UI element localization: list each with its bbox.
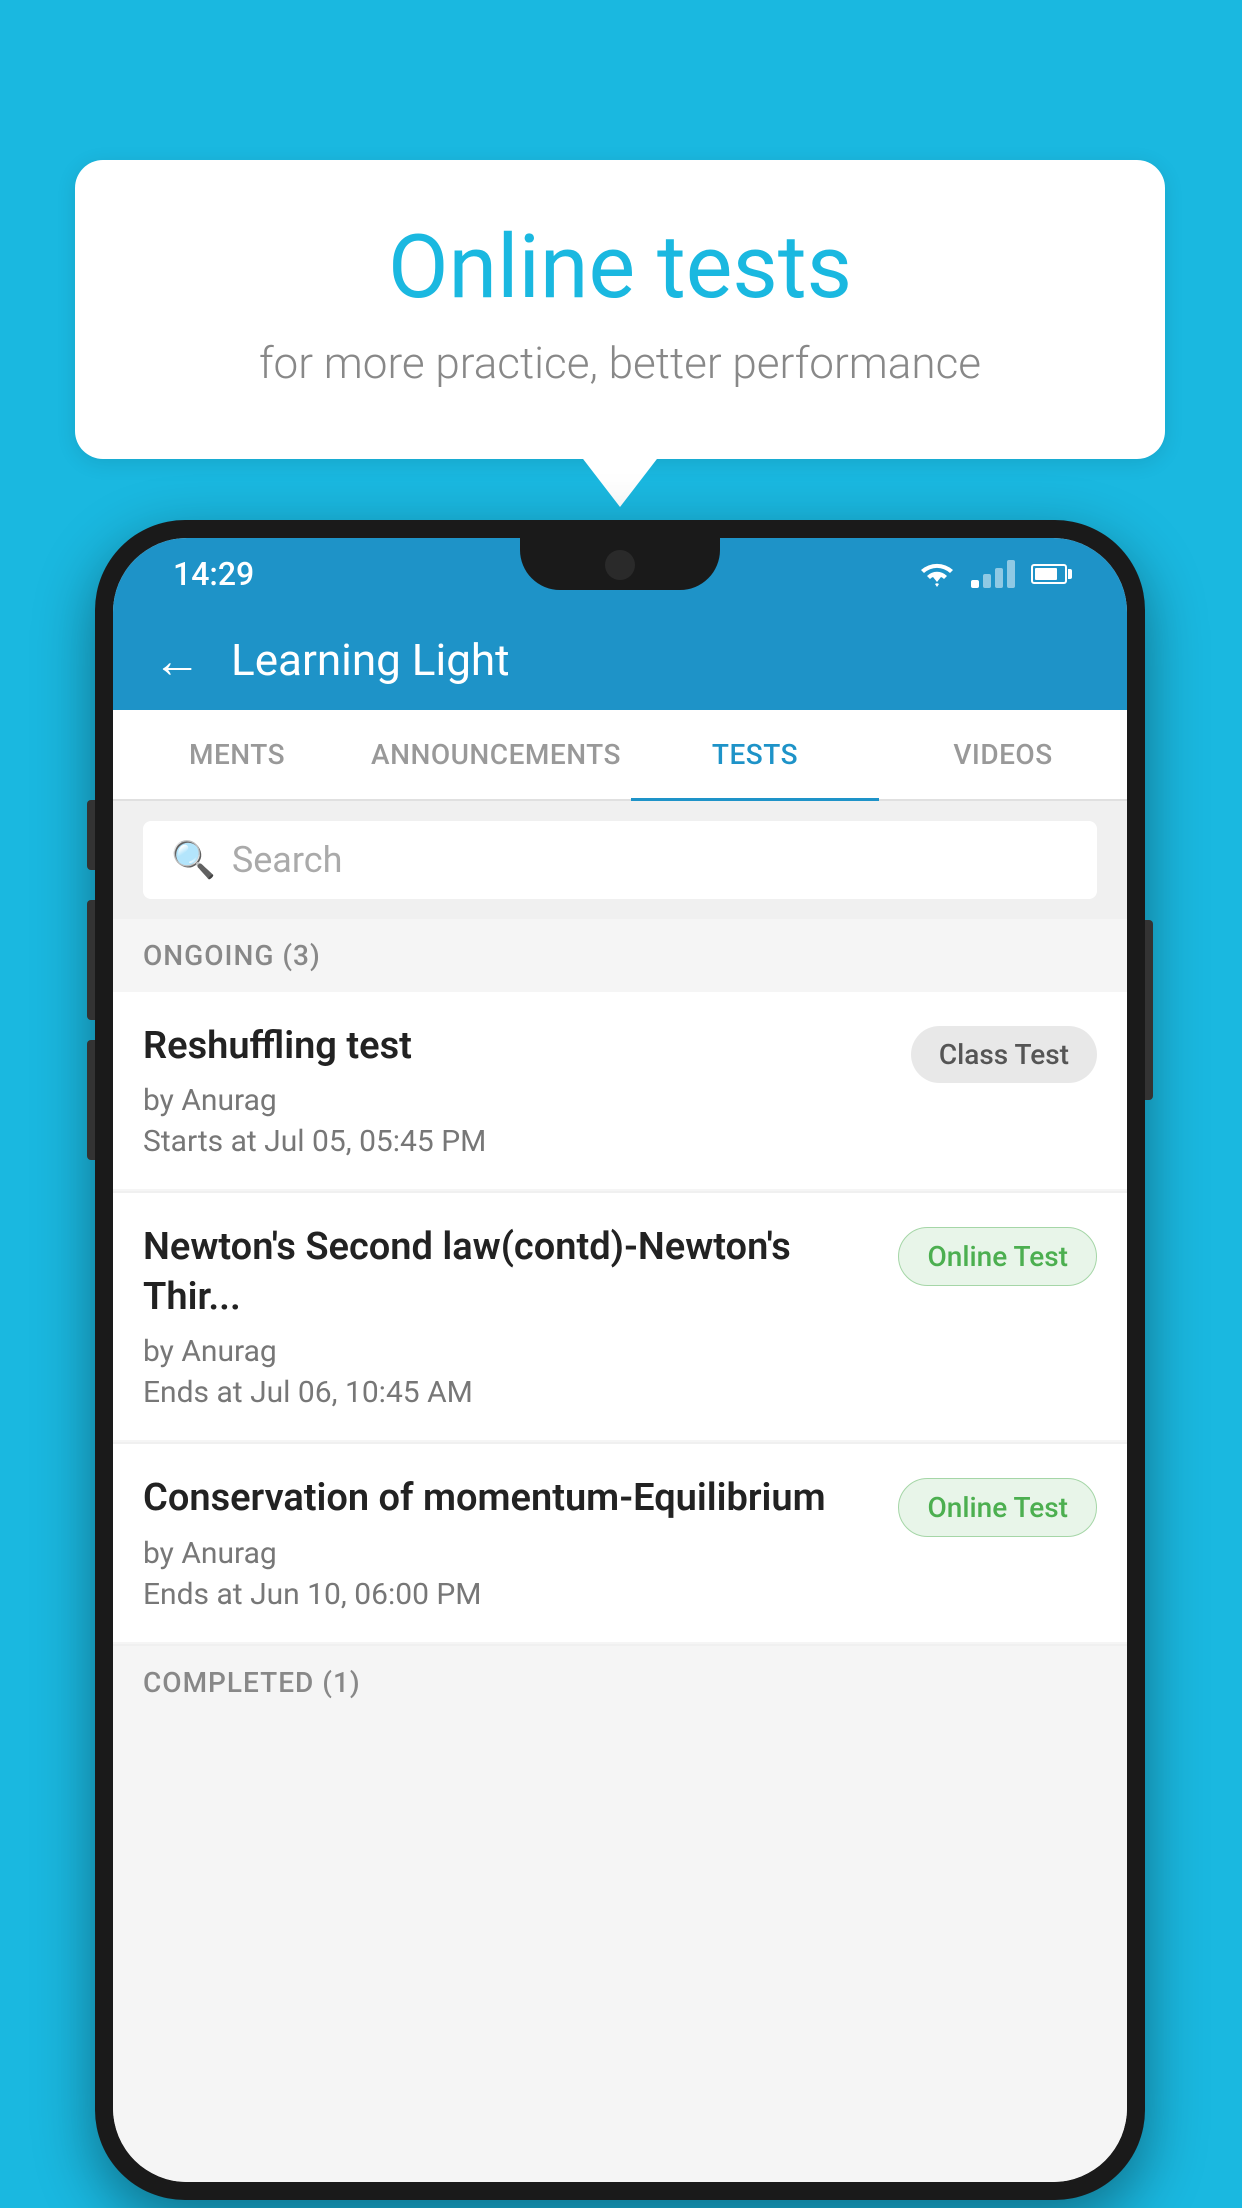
completed-header: COMPLETED (1) — [113, 1646, 1127, 1719]
search-placeholder: Search — [232, 839, 343, 881]
status-time: 14:29 — [173, 555, 254, 593]
search-icon: 🔍 — [171, 839, 216, 881]
test-by: by Anurag — [143, 1083, 891, 1118]
back-button[interactable]: ← — [153, 632, 201, 689]
test-name: Newton's Second law(contd)-Newton's Thir… — [143, 1223, 878, 1322]
search-box[interactable]: 🔍 Search — [143, 821, 1097, 899]
class-test-badge: Class Test — [911, 1026, 1097, 1083]
wifi-icon — [919, 560, 955, 588]
bubble-title: Online tests — [155, 220, 1085, 317]
battery-icon — [1031, 564, 1067, 584]
search-container: 🔍 Search — [113, 801, 1127, 919]
speech-bubble: Online tests for more practice, better p… — [75, 160, 1165, 459]
tab-announcements[interactable]: ANNOUNCEMENTS — [361, 710, 631, 799]
tests-content: ONGOING (3) Reshuffling test by Anurag S… — [113, 919, 1127, 2182]
front-camera — [605, 550, 635, 580]
test-time: Starts at Jul 05, 05:45 PM — [143, 1124, 891, 1159]
status-icons — [919, 560, 1067, 588]
test-by: by Anurag — [143, 1536, 878, 1571]
app-bar: ← Learning Light — [113, 610, 1127, 710]
side-button-vol-up[interactable] — [87, 900, 95, 1020]
online-test-badge: Online Test — [898, 1227, 1097, 1286]
test-time: Ends at Jul 06, 10:45 AM — [143, 1375, 878, 1410]
test-name: Conservation of momentum-Equilibrium — [143, 1474, 878, 1523]
test-item[interactable]: Reshuffling test by Anurag Starts at Jul… — [113, 992, 1127, 1189]
tab-videos[interactable]: VIDEOS — [879, 710, 1127, 799]
test-time: Ends at Jun 10, 06:00 PM — [143, 1577, 878, 1612]
side-button-vol-down[interactable] — [87, 1040, 95, 1160]
phone-device: 14:29 — [95, 520, 1145, 2200]
signal-icon — [971, 560, 1015, 588]
bubble-subtitle: for more practice, better performance — [155, 337, 1085, 389]
app-title: Learning Light — [231, 634, 510, 686]
online-test-badge: Online Test — [898, 1478, 1097, 1537]
test-info: Conservation of momentum-Equilibrium by … — [143, 1474, 898, 1611]
test-info: Newton's Second law(contd)-Newton's Thir… — [143, 1223, 898, 1410]
phone-notch — [520, 538, 720, 590]
test-item[interactable]: Newton's Second law(contd)-Newton's Thir… — [113, 1193, 1127, 1440]
tab-tests[interactable]: TESTS — [631, 710, 879, 799]
ongoing-header: ONGOING (3) — [113, 919, 1127, 992]
test-info: Reshuffling test by Anurag Starts at Jul… — [143, 1022, 911, 1159]
test-item[interactable]: Conservation of momentum-Equilibrium by … — [113, 1444, 1127, 1641]
tab-ments[interactable]: MENTS — [113, 710, 361, 799]
side-button-power[interactable] — [1145, 920, 1153, 1100]
test-name: Reshuffling test — [143, 1022, 891, 1071]
test-by: by Anurag — [143, 1334, 878, 1369]
tab-bar: MENTS ANNOUNCEMENTS TESTS VIDEOS — [113, 710, 1127, 801]
side-button-mute[interactable] — [87, 800, 95, 870]
